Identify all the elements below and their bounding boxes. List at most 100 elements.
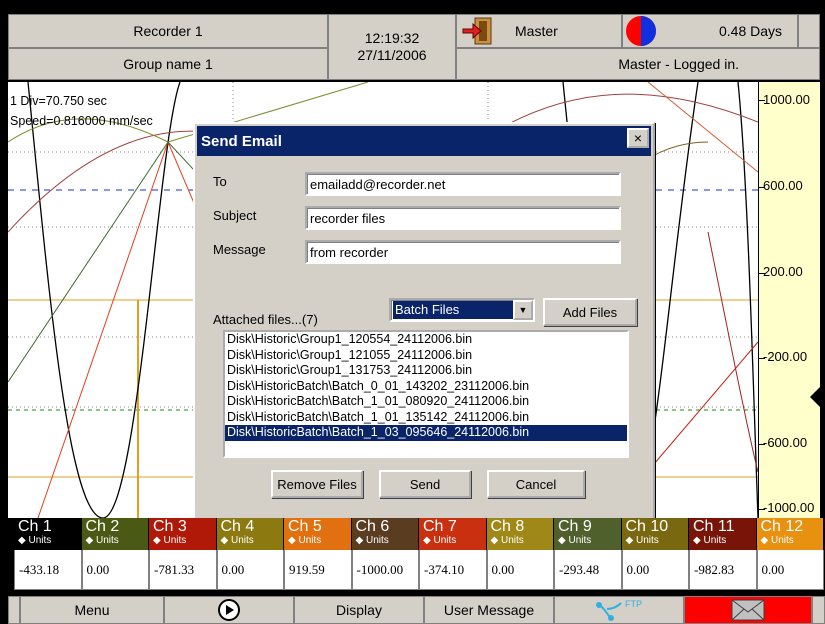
close-button[interactable]: × xyxy=(627,128,649,148)
channel-value: 0.00 xyxy=(81,550,149,590)
channel-units: ◆ Units xyxy=(625,535,659,546)
scale-label-1000: 1000.00 xyxy=(763,92,810,107)
channel-units: ◆ Units xyxy=(288,535,322,546)
channel-header[interactable]: Ch 2 ◆ Units xyxy=(81,518,149,550)
display-button[interactable]: Display xyxy=(294,596,424,624)
channel-header[interactable]: Ch 5 ◆ Units xyxy=(284,518,352,550)
scale-label-600: 600.00 xyxy=(763,178,803,193)
channel-units: ◆ Units xyxy=(760,535,794,546)
subject-label: Subject xyxy=(213,208,257,223)
to-field[interactable]: emailadd@recorder.net xyxy=(305,172,621,196)
channel-units: ◆ Units xyxy=(423,535,457,546)
ftp-button[interactable]: FTP xyxy=(554,596,684,624)
user-panel[interactable]: Master xyxy=(456,14,622,48)
list-item[interactable]: Disk\HistoricBatch\Batch_0_01_143202_231… xyxy=(225,379,627,395)
email-alert-button[interactable] xyxy=(684,596,812,624)
scale-pointer-icon[interactable] xyxy=(810,387,820,407)
date-text: 27/11/2006 xyxy=(357,47,427,63)
disk-days: 0.48 Days xyxy=(719,23,783,39)
list-item[interactable]: Disk\Historic\Group1_120554_24112006.bin xyxy=(225,332,627,348)
toolbar-edge xyxy=(8,596,20,624)
channel-name: Ch 12 xyxy=(760,518,804,535)
user-name: Master xyxy=(515,23,558,39)
user-message-button[interactable]: User Message xyxy=(424,596,554,624)
channel-header[interactable]: Ch 8 ◆ Units xyxy=(486,518,554,550)
channel-name: Ch 6 xyxy=(355,518,390,535)
list-item[interactable]: Disk\Historic\Group1_121055_24112006.bin xyxy=(225,348,627,364)
channel-header[interactable]: Ch 11 ◆ Units xyxy=(689,518,757,550)
envelope-icon xyxy=(731,599,765,621)
scale-bar: 1000.00 600.00 200.00 -200.00 -600.00 -1… xyxy=(758,82,820,518)
list-item[interactable]: Disk\Historic\Group1_131753_24112006.bin xyxy=(225,363,627,379)
menu-button[interactable]: Menu xyxy=(20,596,164,624)
channel-value: -374.10 xyxy=(419,550,487,590)
channel-header[interactable]: Ch 1 ◆ Units xyxy=(14,518,82,550)
play-button[interactable] xyxy=(164,596,294,624)
chevron-down-icon[interactable]: ▼ xyxy=(513,300,533,320)
channel-value: 0.00 xyxy=(486,550,554,590)
recorder-name: Recorder 1 xyxy=(8,14,328,48)
channel-header[interactable]: Ch 7 ◆ Units xyxy=(419,518,487,550)
send-button[interactable]: Send xyxy=(379,470,471,498)
attached-files-list[interactable]: Disk\Historic\Group1_120554_24112006.bin… xyxy=(223,330,629,458)
dialog-title-bar[interactable]: Send Email xyxy=(197,126,651,156)
send-email-dialog: Send Email × To emailadd@recorder.net Su… xyxy=(193,122,655,520)
scale-label-neg1000: -1000.00 xyxy=(763,500,815,515)
list-item[interactable]: Disk\HistoricBatch\Batch_1_01_135142_241… xyxy=(225,410,627,426)
channel-header[interactable]: Ch 12 ◆ Units xyxy=(756,518,824,550)
channel-name: Ch 11 xyxy=(693,518,735,535)
add-files-button[interactable]: Add Files xyxy=(543,298,637,326)
dialog-title: Send Email xyxy=(201,132,282,150)
speed-label: Speed=0.816000 mm/sec xyxy=(10,114,153,128)
channel-header[interactable]: Ch 9 ◆ Units xyxy=(554,518,622,550)
header-spacer xyxy=(798,14,820,48)
channel-name: Ch 9 xyxy=(558,518,592,535)
close-icon: × xyxy=(633,130,643,146)
channel-header[interactable]: Ch 4 ◆ Units xyxy=(216,518,284,550)
channel-header[interactable]: Ch 6 ◆ Units xyxy=(351,518,419,550)
channel-units: ◆ Units xyxy=(85,535,119,546)
file-type-select[interactable]: Batch Files ▼ xyxy=(389,298,535,322)
disk-usage-pie-icon xyxy=(626,16,656,46)
date-time: 12:19:32 27/11/2006 xyxy=(328,14,456,80)
scale-label-neg600: -600.00 xyxy=(763,435,808,450)
list-item[interactable]: Disk\HistoricBatch\Batch_1_01_080920_241… xyxy=(225,394,627,410)
channel-value: -293.48 xyxy=(554,550,622,590)
channel-value: -781.33 xyxy=(149,550,217,590)
disk-status: 0.48 Days xyxy=(622,14,798,48)
ftp-icon: FTP xyxy=(596,599,642,621)
channel-name: Ch 4 xyxy=(220,518,255,535)
to-label: To xyxy=(213,174,227,189)
channel-value: 0.00 xyxy=(216,550,284,590)
scale-label-200: 200.00 xyxy=(763,264,803,279)
channel-units: ◆ Units xyxy=(220,535,254,546)
channel-name: Ch 2 xyxy=(85,518,120,535)
channel-name: Ch 10 xyxy=(625,518,669,535)
channel-name: Ch 7 xyxy=(423,518,457,535)
channel-units: ◆ Units xyxy=(153,535,187,546)
channel-value: -1000.00 xyxy=(351,550,419,590)
cancel-button[interactable]: Cancel xyxy=(487,470,585,498)
attached-files-label: Attached files...(7) xyxy=(213,312,318,327)
channel-header[interactable]: Ch 3 ◆ Units xyxy=(149,518,217,550)
list-item-selected[interactable]: Disk\HistoricBatch\Batch_1_03_095646_241… xyxy=(225,425,627,441)
play-icon xyxy=(218,599,240,621)
channel-units: ◆ Units xyxy=(18,535,52,546)
channel-value: 919.59 xyxy=(284,550,352,590)
channel-name: Ch 1 xyxy=(18,518,52,535)
message-field[interactable]: from recorder xyxy=(305,240,621,264)
channel-units: ◆ Units xyxy=(693,535,727,546)
channel-header[interactable]: Ch 10 ◆ Units xyxy=(621,518,689,550)
channel-value: 0.00 xyxy=(621,550,689,590)
channel-name: Ch 8 xyxy=(490,518,525,535)
channel-name: Ch 3 xyxy=(153,518,187,535)
subject-field[interactable]: recorder files xyxy=(305,206,621,230)
remove-files-button[interactable]: Remove Files xyxy=(271,470,363,498)
login-door-icon xyxy=(462,17,492,45)
toolbar-edge xyxy=(812,596,825,624)
channel-value: 0.00 xyxy=(756,550,824,590)
channel-units: ◆ Units xyxy=(355,535,389,546)
login-status: Master - Logged in. xyxy=(456,48,820,80)
file-type-value: Batch Files xyxy=(393,301,513,319)
channel-value: -433.18 xyxy=(14,550,82,590)
